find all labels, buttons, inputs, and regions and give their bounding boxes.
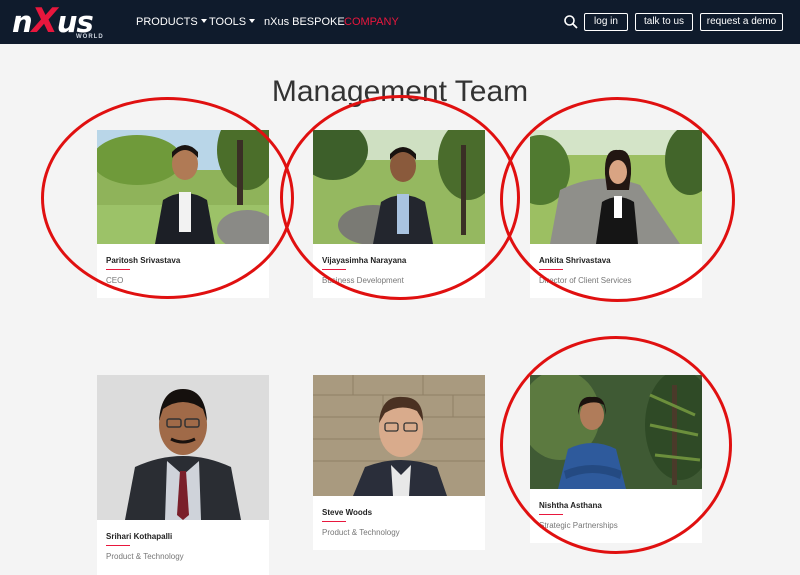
member-name: Vijayasimha Narayana <box>322 256 407 265</box>
member-role: Director of Client Services <box>539 276 632 285</box>
team-card-nishtha[interactable]: Nishtha Asthana Strategic Partnerships <box>530 375 702 543</box>
name-accent-line <box>322 269 346 270</box>
member-name: Steve Woods <box>322 508 373 517</box>
nav-products[interactable]: PRODUCTS <box>136 15 207 29</box>
member-role: Product & Technology <box>322 528 400 537</box>
login-button[interactable]: log in <box>584 13 628 31</box>
top-navbar: nXus WORLD PRODUCTS TOOLS nXus BESPOKE C… <box>0 0 800 44</box>
member-photo <box>530 375 702 489</box>
team-card-ankita[interactable]: Ankita Shrivastava Director of Client Se… <box>530 130 702 298</box>
team-card-vijayasimha[interactable]: Vijayasimha Narayana Business Developmen… <box>313 130 485 298</box>
chevron-down-icon <box>200 19 207 23</box>
member-role: Product & Technology <box>106 552 184 561</box>
member-photo <box>530 130 702 244</box>
nav-tools-label: TOOLS <box>209 16 247 28</box>
member-role: CEO <box>106 276 124 285</box>
team-card-paritosh[interactable]: Paritosh Srivastava CEO <box>97 130 269 298</box>
name-accent-line <box>106 545 130 546</box>
member-photo <box>97 375 269 520</box>
name-accent-line <box>106 269 130 270</box>
member-name: Srihari Kothapalli <box>106 532 173 541</box>
member-name: Nishtha Asthana <box>539 501 602 510</box>
member-photo <box>313 375 485 496</box>
nxus-logo[interactable]: nXus WORLD <box>12 4 112 42</box>
member-role: Strategic Partnerships <box>539 521 618 530</box>
logo-subtitle: WORLD <box>76 34 104 40</box>
search-icon[interactable] <box>563 14 579 30</box>
name-accent-line <box>539 269 563 270</box>
member-name: Ankita Shrivastava <box>539 256 611 265</box>
nav-bespoke-label: nXus BESPOKE <box>264 16 345 28</box>
member-name: Paritosh Srivastava <box>106 256 181 265</box>
team-card-srihari[interactable]: Srihari Kothapalli Product & Technology <box>97 375 269 575</box>
member-role: Business Development <box>322 276 404 285</box>
talk-to-us-button[interactable]: talk to us <box>635 13 693 31</box>
team-card-steve[interactable]: Steve Woods Product & Technology <box>313 375 485 550</box>
nav-bespoke[interactable]: nXus BESPOKE <box>264 15 345 29</box>
member-photo <box>97 130 269 244</box>
name-accent-line <box>322 521 346 522</box>
request-demo-button[interactable]: request a demo <box>700 13 783 31</box>
nav-company[interactable]: COMPANY <box>344 15 399 29</box>
nav-products-label: PRODUCTS <box>136 16 198 28</box>
page-title: Management Team <box>271 75 529 109</box>
member-photo <box>313 130 485 244</box>
nav-tools[interactable]: TOOLS <box>209 15 256 29</box>
chevron-down-icon <box>249 19 256 23</box>
nav-company-label: COMPANY <box>344 16 399 28</box>
name-accent-line <box>539 514 563 515</box>
